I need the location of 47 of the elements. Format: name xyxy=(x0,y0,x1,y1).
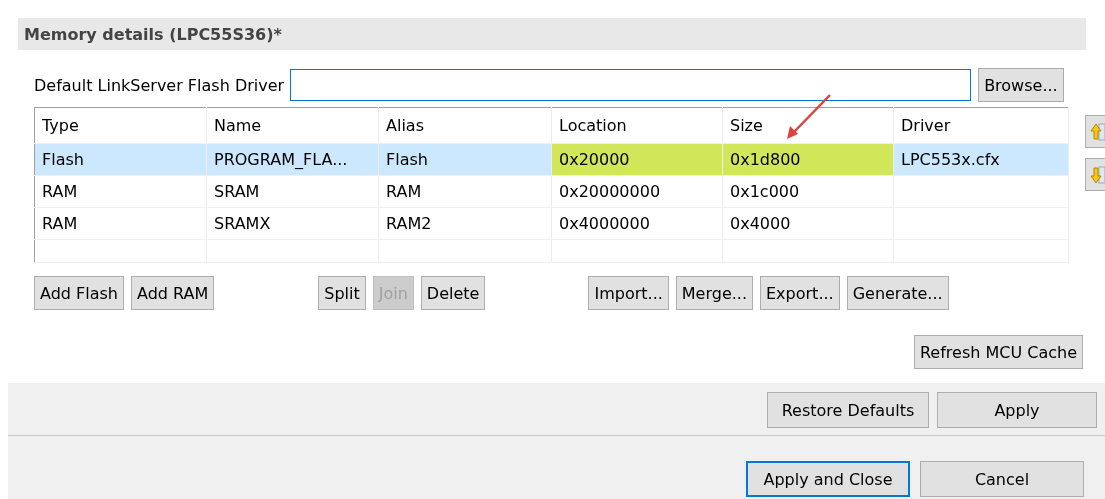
table-row[interactable]: RAM SRAMX RAM2 0x4000000 0x4000 xyxy=(34,207,1069,240)
field-label: Default LinkServer Flash Driver xyxy=(34,75,285,95)
column-header: Size xyxy=(730,116,763,135)
dialog-button[interactable]: Cancel xyxy=(920,461,1084,497)
column-header: Driver xyxy=(901,116,951,135)
table-row[interactable]: Flash PROGRAM_FLA... Flash 0x20000 0x1d800 LPC553x.cfx xyxy=(34,143,1069,176)
annotation-arrow xyxy=(784,92,834,140)
table-cell: Flash xyxy=(386,150,428,169)
table-cell: 0x1d800 xyxy=(730,150,801,169)
table-cell: 0x20000 xyxy=(559,150,630,169)
table-cell: Flash xyxy=(42,150,84,169)
column-header: Name xyxy=(214,116,262,135)
footer-button[interactable]: Restore Defaults xyxy=(767,392,929,428)
move-down-button[interactable] xyxy=(1085,158,1105,191)
input-field[interactable] xyxy=(290,69,972,101)
column-header: Location xyxy=(559,116,627,135)
table-row[interactable]: RAM SRAM RAM 0x20000000 0x1c000 xyxy=(34,175,1069,208)
action-button[interactable]: Import... xyxy=(588,276,669,310)
move-up-button[interactable] xyxy=(1085,115,1105,148)
table-cell: SRAM xyxy=(214,182,260,201)
table-cell: 0x4000000 xyxy=(559,214,650,233)
browse-button[interactable]: Browse... xyxy=(978,68,1064,102)
table-cell: 0x1c000 xyxy=(730,182,800,201)
action-button[interactable]: Generate... xyxy=(846,276,949,310)
action-button[interactable]: Export... xyxy=(760,276,840,310)
table-cell: RAM xyxy=(42,214,78,233)
section-title: Memory details (LPC55S36)* xyxy=(23,24,282,44)
action-button[interactable]: Delete xyxy=(420,276,486,310)
footer-button[interactable]: Apply xyxy=(937,392,1097,428)
column-header: Type xyxy=(42,116,79,135)
table-cell: LPC553x.cfx xyxy=(901,150,1000,169)
arrow-up-icon xyxy=(1090,121,1105,142)
table-cell: RAM xyxy=(42,182,78,201)
table-cell: PROGRAM_FLA... xyxy=(214,150,348,169)
table-cell: 0x4000 xyxy=(730,214,791,233)
dialog-button[interactable]: Apply and Close xyxy=(746,461,910,497)
refresh-button[interactable]: Refresh MCU Cache xyxy=(913,335,1083,369)
table-cell: RAM xyxy=(386,182,422,201)
table-cell: SRAMX xyxy=(214,214,271,233)
table-cell: RAM2 xyxy=(386,214,432,233)
column-header: Alias xyxy=(386,116,424,135)
arrow-down-icon xyxy=(1090,164,1105,185)
action-button[interactable]: Merge... xyxy=(675,276,753,310)
action-button[interactable]: Split xyxy=(318,276,366,310)
table-cell: 0x20000000 xyxy=(559,182,661,201)
action-button[interactable]: Add RAM xyxy=(131,276,215,310)
action-button[interactable]: Add Flash xyxy=(34,276,124,310)
